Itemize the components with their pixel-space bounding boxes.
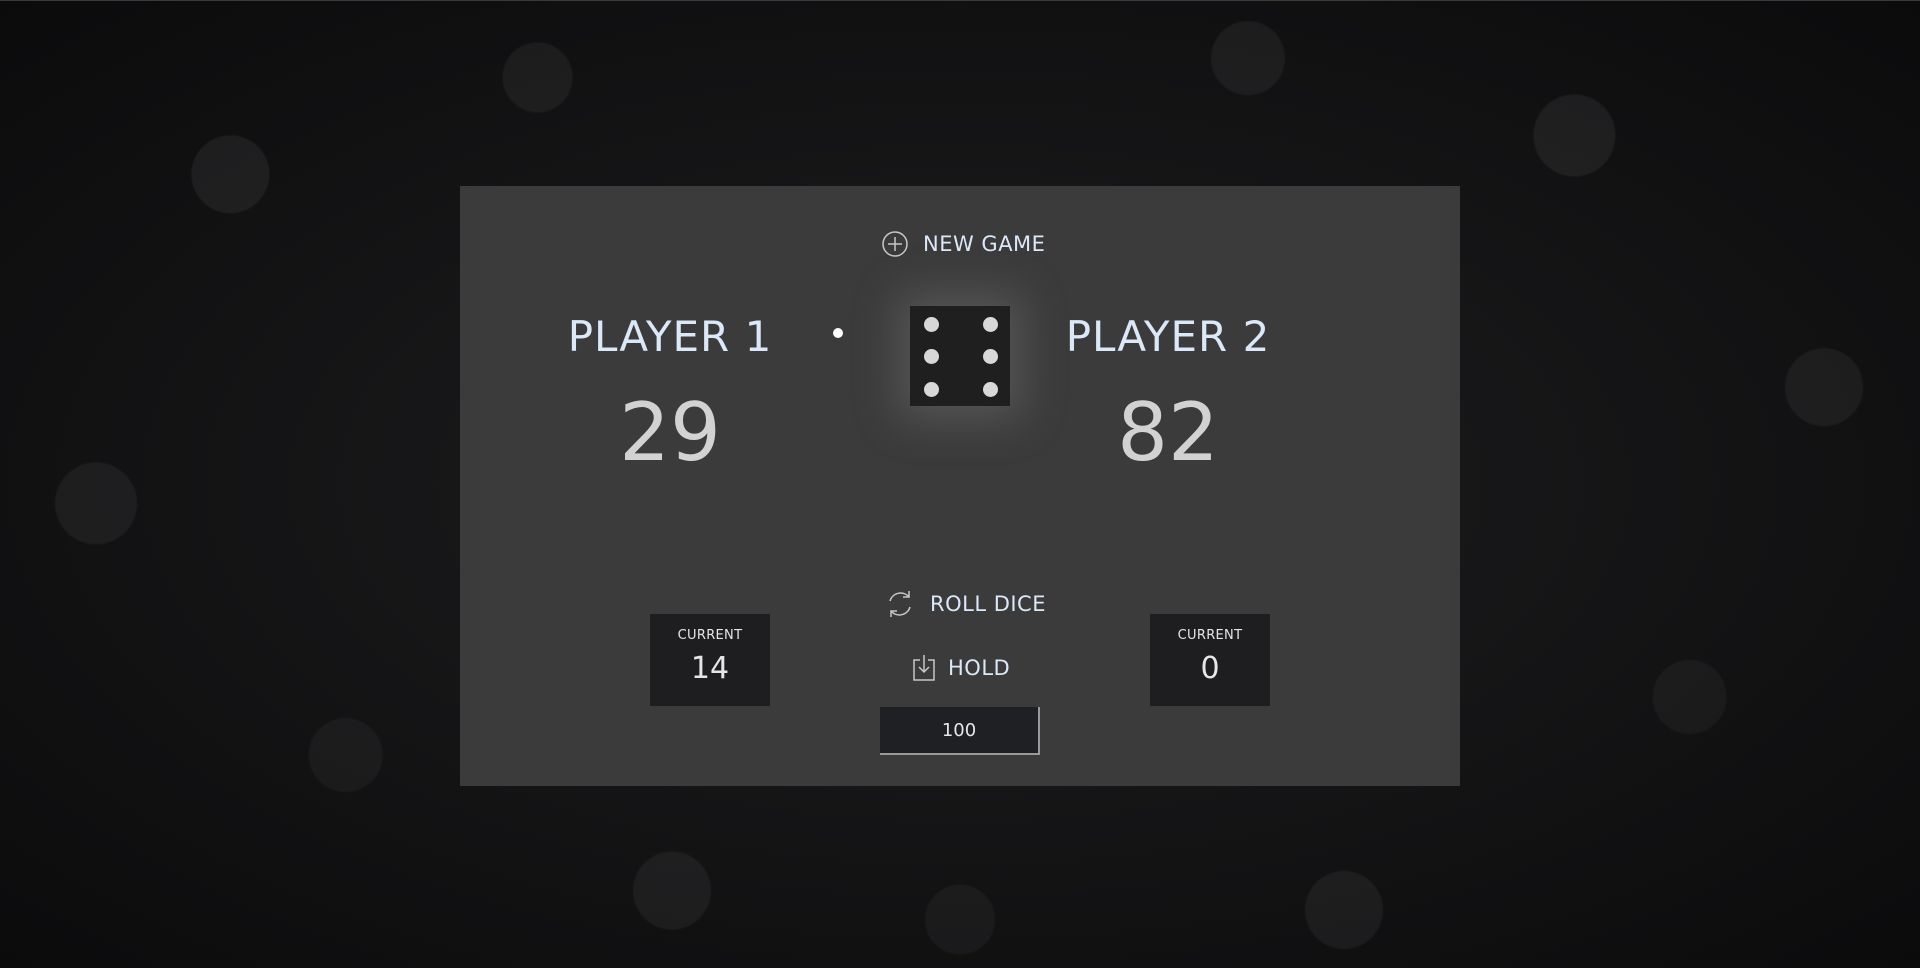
roll-dice-label: ROLL DICE xyxy=(930,592,1046,616)
roll-dice-button[interactable]: ROLL DICE xyxy=(884,588,1046,620)
player-1-score: 29 xyxy=(619,386,721,479)
player-2-score: 82 xyxy=(1117,386,1219,479)
dice-pip xyxy=(924,349,939,364)
dice-pip xyxy=(983,382,998,397)
player-2-current-score: 0 xyxy=(1200,651,1220,686)
refresh-icon xyxy=(889,591,911,617)
player-1-name: PLAYER 1 xyxy=(567,312,773,361)
download-icon xyxy=(913,655,935,681)
dice-pip xyxy=(983,349,998,364)
game-panel: NEW GAME PLAYER 1 29 PLAYER 2 82 ROLL DI… xyxy=(460,186,1460,786)
player-1-current-box: CURRENT 14 xyxy=(650,614,770,706)
player-1-current-score: 14 xyxy=(690,651,730,686)
hold-button[interactable]: HOLD xyxy=(912,654,1010,682)
plus-circle-icon xyxy=(882,231,908,257)
dice-pip xyxy=(983,317,998,332)
dice-pip xyxy=(924,317,939,332)
new-game-label: NEW GAME xyxy=(923,232,1046,256)
dice-pip xyxy=(924,382,939,397)
current-label: CURRENT xyxy=(1177,628,1243,643)
top-border xyxy=(0,0,1920,1)
target-score-input[interactable] xyxy=(880,707,1040,755)
hold-label: HOLD xyxy=(948,656,1011,680)
dice-six xyxy=(910,306,1010,406)
current-label: CURRENT xyxy=(677,628,743,643)
active-player-indicator xyxy=(833,328,843,338)
player-2-current-box: CURRENT 0 xyxy=(1150,614,1270,706)
new-game-button[interactable]: NEW GAME xyxy=(881,230,1045,258)
player-2-name: PLAYER 2 xyxy=(1065,312,1271,361)
